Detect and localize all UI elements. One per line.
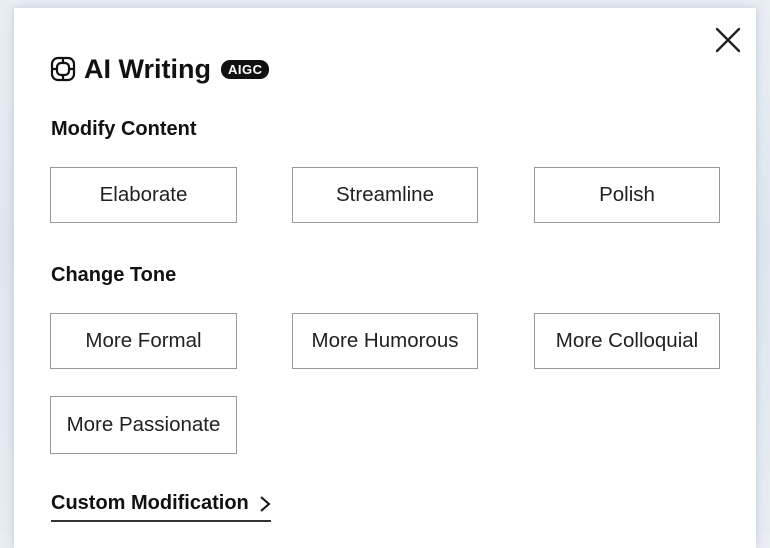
- custom-modification-link[interactable]: Custom Modification: [51, 492, 271, 522]
- section-label-change-tone: Change Tone: [51, 264, 177, 286]
- chevron-right-icon: [260, 495, 271, 512]
- panel-header: AI Writing AIGC: [50, 52, 270, 86]
- aigc-badge: AIGC: [220, 59, 270, 79]
- close-icon[interactable]: [712, 24, 744, 56]
- more-formal-button[interactable]: More Formal: [50, 313, 237, 369]
- panel-title: AI Writing: [84, 53, 211, 84]
- section-label-modify-content: Modify Content: [51, 118, 197, 140]
- more-passionate-button[interactable]: More Passionate: [50, 396, 237, 454]
- more-colloquial-button[interactable]: More Colloquial: [534, 313, 720, 369]
- streamline-button[interactable]: Streamline: [292, 167, 478, 223]
- polish-button[interactable]: Polish: [534, 167, 720, 223]
- more-humorous-button[interactable]: More Humorous: [292, 313, 478, 369]
- ai-logo-icon: [50, 56, 76, 82]
- elaborate-button[interactable]: Elaborate: [50, 167, 237, 223]
- custom-modification-label: Custom Modification: [51, 492, 249, 514]
